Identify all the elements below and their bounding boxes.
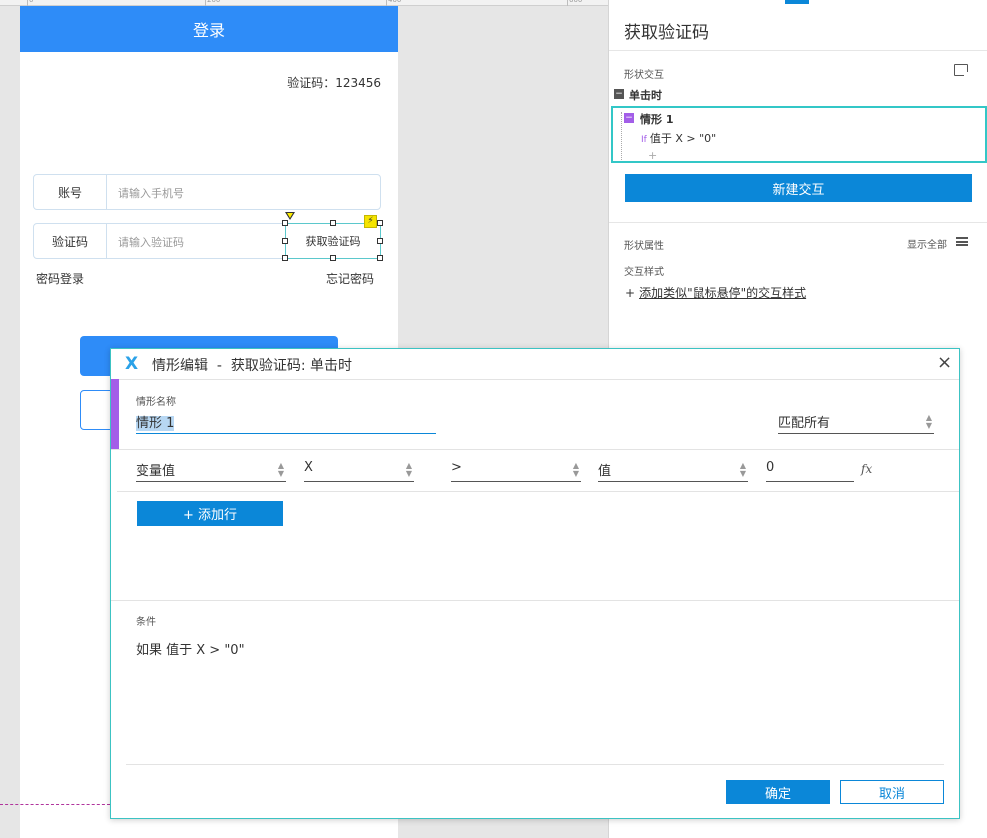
dialog-title: 情形编辑 - 获取验证码: 单击时 [152,358,353,374]
resize-handle[interactable] [330,255,336,261]
ruler-number: 0 [29,0,34,4]
divider [111,449,959,450]
ok-button[interactable]: 确定 [726,780,830,804]
resize-handle[interactable] [377,220,383,226]
dialog-titlebar[interactable]: X 情形编辑 - 获取验证码: 单击时 × [111,349,959,379]
expand-dialog-icon[interactable] [954,64,970,78]
get-code-button[interactable]: 获取验证码 [285,223,381,259]
case-name-value: 情形 1 [136,416,175,431]
condition-value-text: 0 [766,460,775,475]
canvas-margin [0,6,20,838]
add-interaction-style-link[interactable]: + 添加类似"鼠标悬停"的交互样式 [625,284,806,301]
lightning-icon[interactable]: ⚡ [364,215,377,228]
ruler-number: 400 [388,0,402,4]
case-editor-dialog: X 情形编辑 - 获取验证码: 单击时 × 情形名称 情形 1 匹配所有 ▲ ▼ … [110,348,960,819]
show-all-link[interactable]: 显示全部 [907,236,947,251]
match-mode-value: 匹配所有 [778,416,831,431]
cancel-button[interactable]: 取消 [840,780,944,804]
divider [117,491,959,492]
divider [126,764,944,765]
resize-handle[interactable] [282,238,288,244]
divider [111,379,959,380]
divider [609,50,987,51]
case-condition[interactable]: If 值于 X > "0" [641,130,716,146]
condition-type-value: 值 [598,464,612,479]
tree-guide [621,112,622,160]
match-mode-select[interactable]: 匹配所有 ▲ ▼ [778,412,934,434]
add-row-label: + 添加行 [182,508,238,523]
resize-handle[interactable] [330,220,336,226]
ruler-number: 200 [207,0,221,4]
code-label: 验证码 [34,224,107,258]
divider [609,222,987,223]
section-interaction-label: 形状交互 [624,70,664,81]
ruler-number: 600 [569,0,583,4]
spinner-icon: ▲ ▼ [739,461,746,478]
case-condition-text: 值于 X > "0" [649,132,717,145]
case-color-bar [111,379,119,449]
password-login-link[interactable]: 密码登录 [36,270,84,287]
login-header[interactable]: 登录 [20,6,398,52]
ok-label: 确定 [764,786,791,802]
forgot-password-link[interactable]: 忘记密码 [326,270,374,287]
account-input-row[interactable]: 账号 请输入手机号 [33,174,381,210]
spinner-icon: ▲ ▼ [925,413,932,430]
new-interaction-button[interactable]: 新建交互 [625,174,972,202]
close-icon[interactable]: × [937,353,952,373]
resize-handle[interactable] [282,220,288,226]
add-style-text: 添加类似"鼠标悬停"的交互样式 [639,286,807,300]
condition-operator-value: > [451,460,462,475]
case-item[interactable]: − 情形 1 If 值于 X > "0" + [611,106,987,163]
code-display-text[interactable]: 验证码：123456 [287,74,381,91]
rotate-marker-icon[interactable] [285,212,295,220]
condition-target-select[interactable]: 变量值 ▲ ▼ [136,460,286,482]
fx-icon[interactable]: fx [861,462,872,476]
condition-value-input[interactable]: 0 [766,460,854,482]
case-name-input[interactable]: 情形 1 [136,412,436,434]
add-row-button[interactable]: + 添加行 [137,501,283,526]
code-placeholder[interactable]: 请输入验证码 [118,234,184,250]
condition-type-select[interactable]: 值 ▲ ▼ [598,460,748,482]
ruler-tick [567,0,568,6]
account-label: 账号 [34,175,107,209]
panel-title[interactable]: 获取验证码 [624,18,709,43]
condition-variable-select[interactable]: X ▲ ▼ [304,460,414,482]
login-title: 登录 [192,21,225,40]
if-keyword: If [641,135,647,145]
case-title[interactable]: 情形 1 [640,111,673,127]
condition-variable-value: X [304,460,313,475]
condition-operator-select[interactable]: > ▲ ▼ [451,460,581,482]
cancel-label: 取消 [878,786,905,802]
resize-handle[interactable] [282,255,288,261]
account-placeholder[interactable]: 请输入手机号 [118,185,184,201]
spinner-icon: ▲ ▼ [572,461,579,478]
resize-handle[interactable] [377,238,383,244]
get-code-label: 获取验证码 [305,235,361,248]
section-properties-label: 形状属性 [624,241,664,252]
guide-line [0,804,110,805]
plus-icon: + [625,286,636,300]
conditions-label: 条件 [136,617,156,628]
divider [111,600,959,601]
collapse-case-icon[interactable]: − [624,113,634,123]
add-action-icon[interactable]: + [648,149,657,162]
axure-logo-icon: X [125,354,139,374]
collapse-event-icon[interactable]: − [614,89,624,99]
new-interaction-label: 新建交互 [772,182,825,198]
event-click-label[interactable]: 单击时 [629,87,662,103]
active-tab-indicator [785,0,809,4]
condition-target-value: 变量值 [136,464,176,479]
menu-icon[interactable] [956,237,968,246]
resize-handle[interactable] [377,255,383,261]
interaction-style-label: 交互样式 [624,267,664,278]
spinner-icon: ▲ ▼ [277,461,284,478]
code-input-row[interactable]: 验证码 请输入验证码 [33,223,286,259]
case-name-label: 情形名称 [136,397,176,408]
conditions-summary: 如果 值于 X > "0" [136,643,245,658]
spinner-icon: ▲ ▼ [405,461,412,478]
